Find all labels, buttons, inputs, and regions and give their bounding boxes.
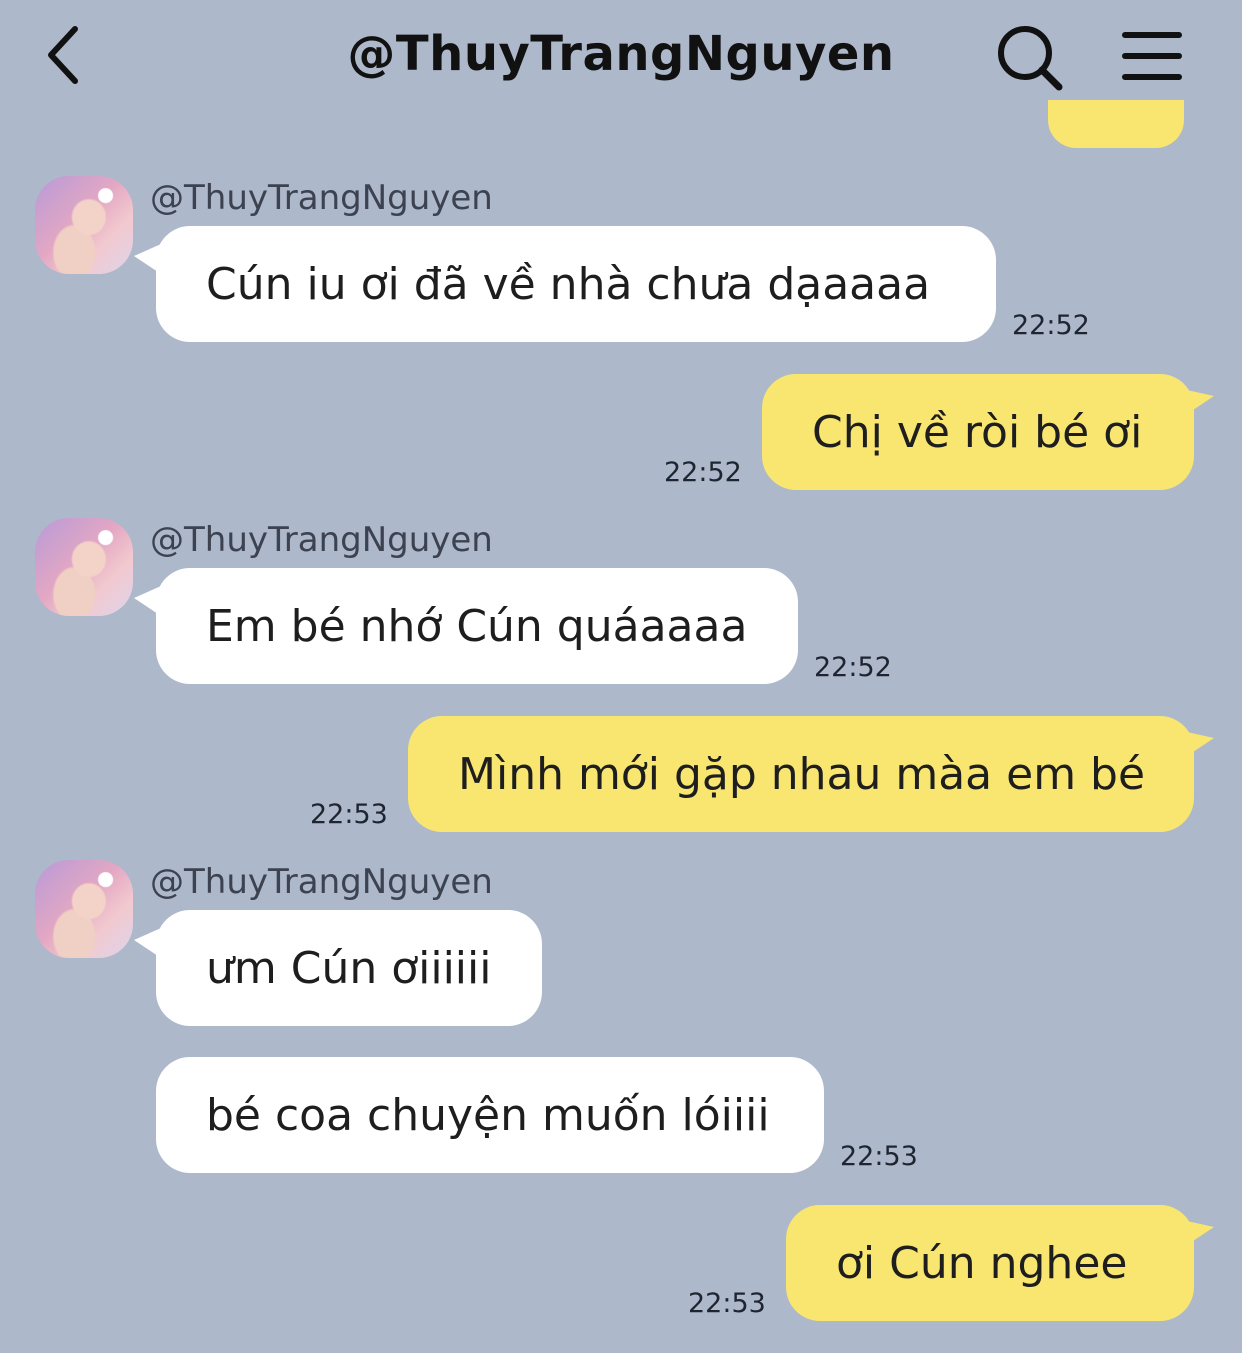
message-time: 22:52 [664, 457, 742, 488]
partial-outgoing-bubble [1048, 100, 1184, 148]
message-text: Chị về ròi bé ơi [812, 406, 1143, 458]
menu-button[interactable] [1114, 18, 1190, 94]
bubble-tail [134, 240, 170, 280]
message-bubble-outgoing[interactable]: ơi Cún nghee [786, 1205, 1214, 1321]
message-bubble-incoming[interactable]: ưm Cún ơiiiiii [134, 910, 542, 1026]
sender-name: @ThuyTrangNguyen [150, 862, 493, 902]
message-time: 22:52 [1012, 310, 1090, 341]
message-time: 22:53 [688, 1288, 766, 1319]
message-text: ưm Cún ơiiiiii [206, 942, 492, 994]
sender-name: @ThuyTrangNguyen [150, 520, 493, 560]
message-time: 22:52 [814, 652, 892, 683]
message-bubble-incoming[interactable]: bé coa chuyện muốn lóiiii [156, 1057, 824, 1173]
hamburger-menu-icon [1122, 32, 1182, 80]
avatar[interactable] [35, 518, 133, 616]
message-text: ơi Cún nghee [836, 1237, 1128, 1289]
avatar[interactable] [35, 176, 133, 274]
message-bubble-incoming[interactable]: Cún iu ơi đã về nhà chưa dạaaaa [134, 226, 996, 342]
search-button[interactable] [990, 18, 1070, 98]
bubble-tail [1178, 730, 1214, 762]
bubble-tail [1178, 1219, 1214, 1251]
chat-header: @ThuyTrangNguyen [0, 0, 1242, 112]
avatar[interactable] [35, 860, 133, 958]
bubble-tail [1178, 388, 1214, 420]
bubble-tail [134, 924, 170, 964]
message-time: 22:53 [840, 1141, 918, 1172]
message-text: Mình mới gặp nhau màa em bé [458, 748, 1146, 800]
bubble-tail [134, 582, 170, 622]
message-text: Cún iu ơi đã về nhà chưa dạaaaa [206, 258, 931, 310]
sender-name: @ThuyTrangNguyen [150, 178, 493, 218]
message-time: 22:53 [310, 799, 388, 830]
message-bubble-outgoing[interactable]: Chị về ròi bé ơi [762, 374, 1214, 490]
message-text: bé coa chuyện muốn lóiiii [206, 1089, 770, 1141]
message-bubble-incoming[interactable]: Em bé nhớ Cún quáaaaa [134, 568, 798, 684]
search-icon [998, 26, 1063, 91]
message-text: Em bé nhớ Cún quáaaaa [206, 600, 748, 652]
message-bubble-outgoing[interactable]: Mình mới gặp nhau màa em bé [408, 716, 1214, 832]
